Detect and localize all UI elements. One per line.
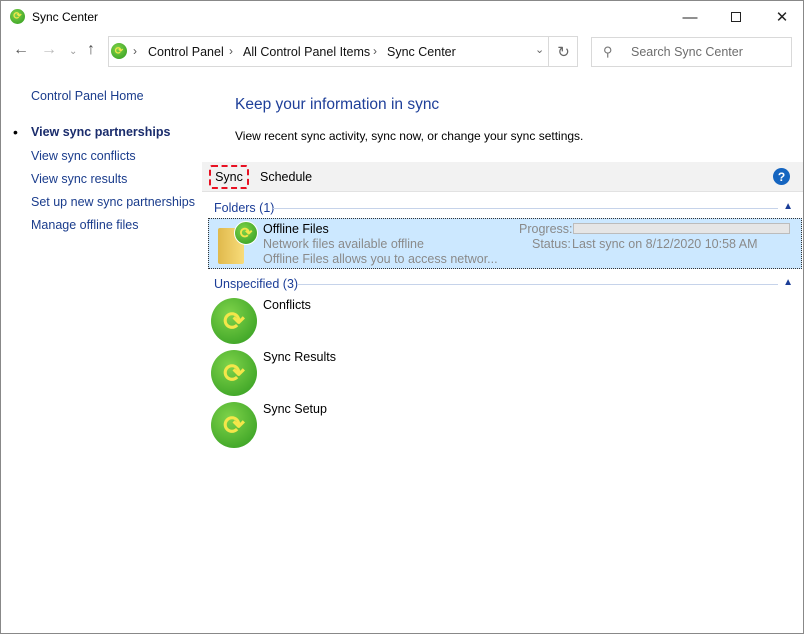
item-description: Network files available offline: [263, 237, 424, 251]
maximize-button[interactable]: [713, 1, 759, 33]
forward-button[interactable]: →: [41, 41, 57, 59]
schedule-button[interactable]: Schedule: [260, 170, 312, 184]
help-icon[interactable]: ?: [773, 168, 790, 185]
address-dropdown-button[interactable]: ⌄: [535, 43, 544, 56]
minimize-button[interactable]: —: [667, 1, 713, 33]
up-button[interactable]: ↑: [87, 41, 95, 59]
conflicts-item[interactable]: Conflicts: [263, 298, 311, 312]
progress-bar: [573, 223, 790, 234]
sidebar-item-view-sync-conflicts[interactable]: View sync conflicts: [31, 149, 136, 163]
sync-results-item[interactable]: Sync Results: [263, 350, 336, 364]
app-icon: ⟳: [10, 9, 25, 24]
sidebar-item-view-sync-results[interactable]: View sync results: [31, 172, 127, 186]
refresh-button[interactable]: ↻: [548, 37, 578, 66]
group-header-unspecified[interactable]: Unspecified (3): [214, 277, 298, 291]
back-button[interactable]: ←: [13, 41, 29, 59]
breadcrumb-control-panel[interactable]: Control Panel: [148, 45, 224, 59]
breadcrumb-all-items[interactable]: All Control Panel Items: [243, 45, 370, 59]
group-header-folders[interactable]: Folders (1): [214, 201, 274, 215]
page-subtitle: View recent sync activity, sync now, or …: [235, 129, 584, 143]
status-value: Last sync on 8/12/2020 10:58 AM: [572, 237, 758, 251]
collapse-unspecified-icon[interactable]: ▲: [783, 277, 793, 288]
search-placeholder: Search Sync Center: [631, 45, 743, 59]
sidebar-item-view-sync-partnerships[interactable]: View sync partnerships: [31, 125, 170, 139]
item-details: Offline Files allows you to access netwo…: [263, 252, 498, 266]
status-label: Status:: [532, 237, 571, 251]
sidebar-item-manage-offline-files[interactable]: Manage offline files: [31, 218, 138, 232]
active-bullet: •: [13, 124, 18, 140]
location-icon: ⟳: [111, 43, 127, 59]
sync-results-sync-icon[interactable]: ⟳: [211, 350, 257, 396]
sidebar-item-set-up-partnerships[interactable]: Set up new sync partnerships: [31, 195, 195, 209]
close-button[interactable]: ✕: [759, 1, 804, 33]
item-name: Offline Files: [263, 222, 329, 236]
sync-overlay-icon: ⟳: [234, 221, 258, 245]
breadcrumb-sync-center[interactable]: Sync Center: [387, 45, 456, 59]
recent-dropdown[interactable]: ⌄: [69, 46, 77, 57]
page-title: Keep your information in sync: [235, 96, 440, 113]
sync-setup-sync-icon[interactable]: ⟳: [211, 402, 257, 448]
window-title: Sync Center: [32, 10, 99, 24]
sync-setup-item[interactable]: Sync Setup: [263, 402, 327, 416]
search-icon: ⚲: [603, 44, 613, 59]
collapse-folders-icon[interactable]: ▲: [783, 201, 793, 212]
sync-button[interactable]: Sync: [209, 165, 249, 189]
conflicts-sync-icon[interactable]: ⟳: [211, 298, 257, 344]
progress-label: Progress:: [519, 222, 573, 236]
sync-button-label: Sync: [215, 170, 243, 184]
control-panel-home-link[interactable]: Control Panel Home: [31, 89, 144, 103]
